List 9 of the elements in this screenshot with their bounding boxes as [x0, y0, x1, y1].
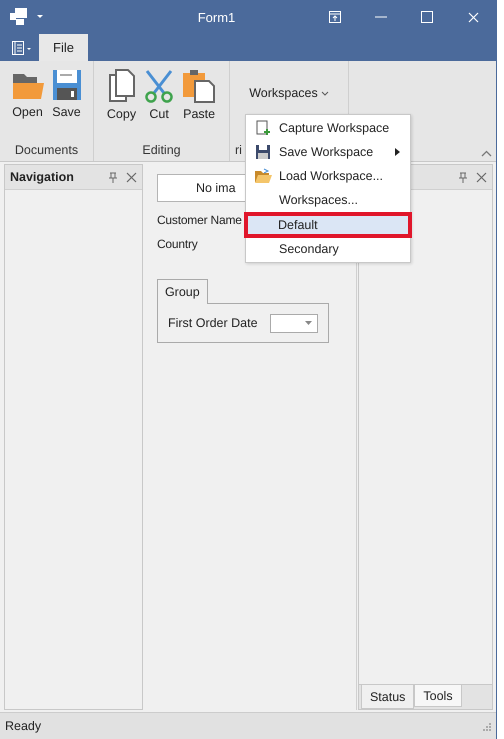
status-text: Ready [5, 719, 42, 733]
field-label: First Order Date [168, 316, 258, 330]
field-label: Customer Name [156, 212, 242, 229]
panel-title: Navigation [10, 170, 75, 184]
group-label: ri [234, 142, 242, 159]
group-label: Documents [14, 142, 80, 159]
window-title: Form1 [196, 10, 236, 24]
group-label: Editing [141, 142, 182, 159]
field-label: Country [156, 236, 198, 253]
